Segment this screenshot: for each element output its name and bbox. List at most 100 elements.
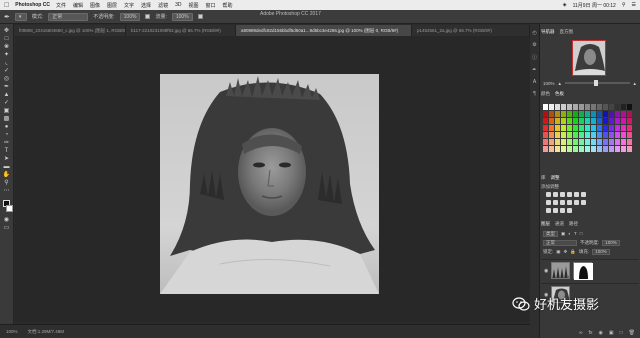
channel-mixer-icon[interactable] (567, 200, 572, 205)
pen-tool-icon[interactable]: ✑ (2, 140, 11, 146)
color-swatch[interactable] (579, 118, 584, 124)
tab-channels[interactable]: 通道 (555, 221, 564, 227)
color-swatch[interactable] (549, 146, 554, 152)
eraser-tool-icon[interactable]: ▣ (2, 108, 11, 114)
color-swatch[interactable] (615, 118, 620, 124)
menu-image[interactable]: 图像 (90, 2, 100, 9)
selective-color-icon[interactable] (567, 208, 572, 213)
shape-tool-icon[interactable]: ▬ (2, 164, 11, 170)
color-swatch[interactable] (579, 104, 584, 110)
paragraph-panel-icon[interactable]: ¶ (533, 91, 536, 97)
dodge-tool-icon[interactable]: ◔ (2, 132, 11, 138)
color-swatch[interactable] (627, 104, 632, 110)
layer-opacity-input[interactable]: 100% (602, 239, 620, 246)
navigator-zoom-slider-knob[interactable] (594, 80, 599, 86)
color-swatch[interactable] (615, 132, 620, 138)
color-swatch[interactable] (579, 111, 584, 117)
color-swatch[interactable] (621, 111, 626, 117)
color-swatch[interactable] (621, 118, 626, 124)
add-mask-icon[interactable]: ◉ (599, 330, 603, 338)
color-swatch[interactable] (627, 139, 632, 145)
color-swatch[interactable] (561, 132, 566, 138)
color-swatch[interactable] (591, 104, 596, 110)
color-swatch[interactable] (555, 118, 560, 124)
color-swatch[interactable] (597, 118, 602, 124)
layer-kind-filter[interactable]: 类型 (543, 230, 558, 237)
color-swatch[interactable] (549, 125, 554, 131)
color-swatch[interactable] (585, 111, 590, 117)
menu-layer[interactable]: 图层 (107, 2, 117, 9)
tab-histogram[interactable]: 直方图 (560, 29, 574, 35)
color-swatch[interactable] (609, 132, 614, 138)
color-swatch[interactable] (597, 104, 602, 110)
color-swatch[interactable] (555, 111, 560, 117)
color-swatch[interactable] (567, 125, 572, 131)
menu-select[interactable]: 选择 (141, 2, 151, 9)
color-swatch[interactable] (609, 111, 614, 117)
blur-tool-icon[interactable]: ● (2, 124, 11, 130)
color-swatch[interactable] (561, 111, 566, 117)
layer-thumbnail[interactable] (551, 262, 571, 279)
color-swatch[interactable] (585, 118, 590, 124)
tab-paths[interactable]: 路径 (569, 221, 578, 227)
color-swatch[interactable] (585, 125, 590, 131)
path-select-tool-icon[interactable]: ➤ (2, 156, 11, 162)
color-swatch[interactable] (549, 111, 554, 117)
search-icon[interactable]: ⚲ (622, 2, 626, 8)
apple-menu-icon[interactable]:  (4, 2, 9, 9)
color-swatch[interactable] (627, 132, 632, 138)
tab-color[interactable]: 颜色 (541, 91, 550, 97)
color-swatch[interactable] (609, 125, 614, 131)
gradient-map-icon[interactable] (560, 208, 565, 213)
nav-zoom-value[interactable]: 100% (543, 81, 555, 86)
black-white-icon[interactable] (553, 200, 558, 205)
color-swatch[interactable] (567, 132, 572, 138)
layer-row-forest[interactable]: ◉ (541, 259, 639, 281)
color-swatch[interactable] (579, 146, 584, 152)
color-swatch[interactable] (615, 146, 620, 152)
color-swatch[interactable] (543, 125, 548, 131)
color-swatch[interactable] (591, 146, 596, 152)
color-swatch[interactable] (567, 111, 572, 117)
filter-pixel-icon[interactable]: ▣ (561, 231, 565, 237)
more-tools-icon[interactable]: ⋯ (2, 188, 11, 194)
tab-libraries[interactable]: 库 (541, 175, 546, 181)
color-swatch[interactable] (609, 118, 614, 124)
color-swatch[interactable] (609, 104, 614, 110)
menu-type[interactable]: 文字 (124, 2, 134, 9)
color-swatch[interactable] (621, 104, 626, 110)
color-swatch[interactable] (603, 104, 608, 110)
doc-tab-active[interactable]: a90989dedfc82d155bbdf5d60a1...9d5bc3e426… (236, 25, 412, 36)
brush-tool-icon[interactable]: ✒ (2, 84, 11, 90)
status-zoom[interactable]: 100% (6, 329, 18, 334)
layer-fill-input[interactable]: 100% (592, 248, 610, 255)
color-swatch[interactable] (567, 139, 572, 145)
filter-type-icon[interactable]: T (574, 231, 577, 236)
color-swatch[interactable] (585, 104, 590, 110)
exposure-icon[interactable] (567, 192, 572, 197)
swatches-grid[interactable] (543, 104, 633, 160)
color-swatch[interactable] (549, 104, 554, 110)
color-swatch[interactable] (615, 111, 620, 117)
color-swatch[interactable] (603, 118, 608, 124)
color-swatch[interactable] (561, 104, 566, 110)
color-swatch[interactable] (555, 125, 560, 131)
photo-filter-icon[interactable] (560, 200, 565, 205)
brush-panel-icon[interactable]: ✒ (532, 67, 536, 73)
properties-panel-icon[interactable]: ⚙ (532, 42, 536, 48)
screen-mode-icon[interactable]: ▭ (2, 225, 11, 231)
color-swatch[interactable] (627, 146, 632, 152)
color-swatch[interactable] (603, 139, 608, 145)
character-panel-icon[interactable]: A (533, 79, 536, 85)
lock-all-icon[interactable]: 🔒 (570, 249, 576, 255)
wifi-icon[interactable]: ◈ (563, 2, 567, 8)
flow-input[interactable]: 100% (171, 12, 193, 21)
history-panel-icon[interactable]: ◴ (532, 30, 536, 36)
navigator-zoom-slider[interactable] (564, 80, 630, 86)
marquee-tool-icon[interactable]: □ (2, 36, 11, 42)
vibrance-icon[interactable] (574, 192, 579, 197)
menu-view[interactable]: 视图 (188, 2, 198, 9)
type-tool-icon[interactable]: T (2, 148, 11, 154)
doc-tab[interactable]: b117-2210231099f93.jpg @ 66.7% (RGB/8#) (126, 25, 236, 36)
color-swatch[interactable] (549, 139, 554, 145)
